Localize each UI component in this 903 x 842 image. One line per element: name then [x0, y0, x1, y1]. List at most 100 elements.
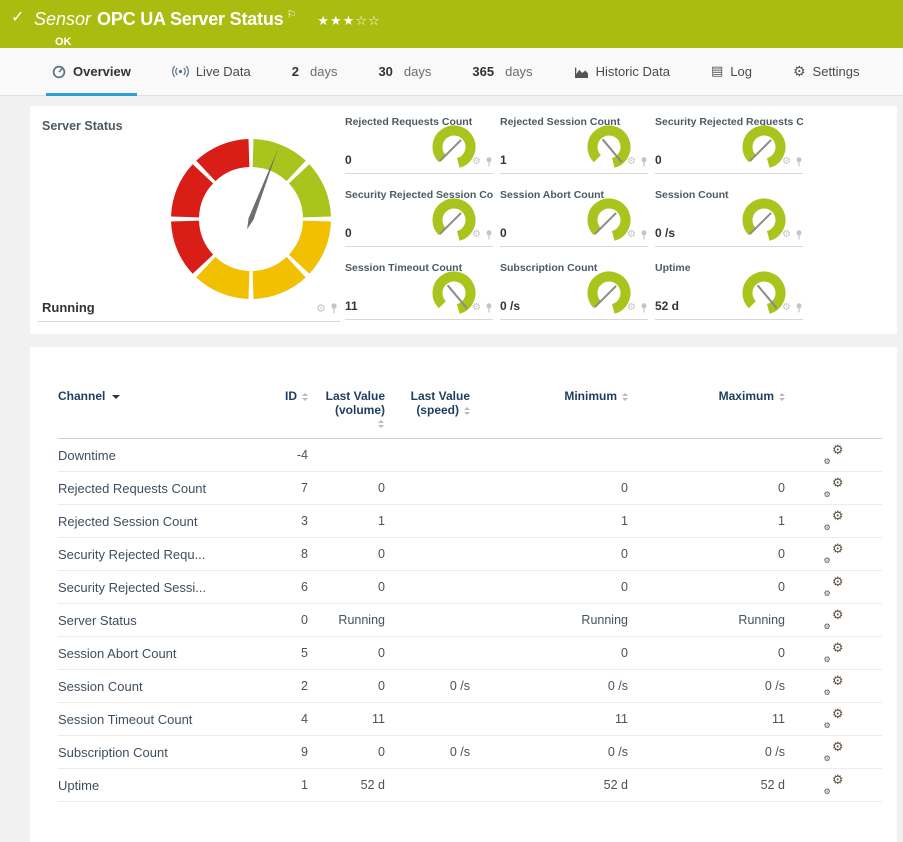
table-row: Server Status0RunningRunningRunning⚙⚙ [58, 604, 882, 637]
tab-label: days [404, 64, 431, 79]
tab-live-data[interactable]: Live Data [172, 48, 251, 95]
column-header-last-value-speed[interactable]: Last Value (speed) [385, 347, 470, 439]
tab-day-count: 2 [292, 64, 299, 79]
tab-overview[interactable]: Overview [52, 48, 131, 95]
max-cell: 1 [628, 505, 785, 538]
tab-bar: Overview Live Data 2days 30days 365days … [0, 48, 903, 96]
mini-gauge-value: 0 [345, 226, 352, 240]
last_speed-cell [385, 637, 470, 670]
channel-settings-icon[interactable]: ⚙⚙ [824, 511, 844, 529]
sensor-title: OPC UA Server Status [97, 9, 283, 29]
priority-stars[interactable]: ★★★☆☆ [317, 14, 380, 29]
mini-gauge-value: 11 [345, 299, 358, 313]
ok-check-icon: ✓ [11, 7, 24, 26]
tab-label: Log [730, 64, 752, 79]
channel-name-cell: Uptime [58, 769, 268, 802]
channel-settings-icon[interactable]: ⚙⚙ [824, 577, 844, 595]
channel-settings-icon[interactable]: ⚙⚙ [824, 676, 844, 694]
channel-actions-cell: ⚙⚙ [785, 505, 882, 538]
pin-icon[interactable] [795, 157, 803, 167]
pin-icon[interactable] [640, 230, 648, 240]
min-cell: 0 [470, 637, 628, 670]
pin-icon[interactable] [640, 303, 648, 313]
last_speed-cell [385, 571, 470, 604]
min-cell: 0 [470, 571, 628, 604]
gear-icon[interactable]: ⚙ [627, 302, 636, 313]
column-header-channel[interactable]: Channel [58, 347, 268, 439]
channel-settings-icon[interactable]: ⚙⚙ [824, 742, 844, 760]
mini-gauge-cell: Session Abort Count 0 ⚙ [500, 189, 648, 247]
last_volume-cell [308, 439, 385, 472]
channel-settings-icon[interactable]: ⚙⚙ [824, 709, 844, 727]
channel-actions-cell: ⚙⚙ [785, 604, 882, 637]
id-cell: 7 [268, 472, 308, 505]
gear-icon[interactable]: ⚙ [782, 302, 791, 313]
pin-icon[interactable] [795, 303, 803, 313]
tab-365-days[interactable]: 365 days [472, 48, 532, 95]
tab-2-days[interactable]: 2days [292, 48, 338, 95]
pin-icon[interactable] [330, 303, 338, 314]
gear-icon[interactable]: ⚙ [472, 156, 481, 167]
table-row: Downtime-4⚙⚙ [58, 439, 882, 472]
channel-settings-icon[interactable]: ⚙⚙ [824, 643, 844, 661]
table-row: Security Rejected Sessi...6000⚙⚙ [58, 571, 882, 604]
sort-arrows-icon [302, 393, 308, 401]
last_volume-cell: 52 d [308, 769, 385, 802]
min-cell: 1 [470, 505, 628, 538]
column-label: Minimum [564, 389, 617, 403]
mini-gauge-cell: Rejected Requests Count 0 ⚙ [345, 116, 493, 174]
column-label: Maximum [719, 389, 774, 403]
channel-settings-icon[interactable]: ⚙⚙ [824, 478, 844, 496]
last_volume-cell: 0 [308, 571, 385, 604]
tab-label: days [505, 64, 532, 79]
last_speed-cell: 0 /s [385, 670, 470, 703]
flag-icon[interactable]: ⚐ [286, 8, 296, 21]
tab-historic-data[interactable]: Historic Data [574, 48, 670, 95]
tab-log[interactable]: ▤ Log [711, 48, 752, 95]
pin-icon[interactable] [640, 157, 648, 167]
channel-settings-icon[interactable]: ⚙⚙ [824, 610, 844, 628]
tab-label: Live Data [196, 64, 251, 79]
last_volume-cell: 11 [308, 703, 385, 736]
tab-30-days[interactable]: 30days [378, 48, 431, 95]
column-header-last-value-volume[interactable]: Last Value (volume) [308, 347, 385, 439]
last_speed-cell [385, 703, 470, 736]
pin-icon[interactable] [485, 303, 493, 313]
channel-settings-icon[interactable]: ⚙⚙ [824, 775, 844, 793]
column-header-maximum[interactable]: Maximum [628, 347, 785, 439]
gear-icon[interactable]: ⚙ [627, 156, 636, 167]
channel-settings-icon[interactable]: ⚙⚙ [824, 445, 844, 463]
gear-icon[interactable]: ⚙ [627, 229, 636, 240]
channel-name-cell: Session Timeout Count [58, 703, 268, 736]
gear-icon[interactable]: ⚙ [782, 229, 791, 240]
mini-gauge-value: 0 [345, 153, 352, 167]
tab-day-count: 365 [472, 64, 494, 79]
column-header-id[interactable]: ID [268, 347, 308, 439]
column-header-minimum[interactable]: Minimum [470, 347, 628, 439]
stars-filled: ★★★ [317, 14, 355, 29]
pin-icon[interactable] [485, 157, 493, 167]
mini-gauge-value: 0 [500, 226, 507, 240]
channel-actions-cell: ⚙⚙ [785, 703, 882, 736]
tab-settings[interactable]: ⚙ Settings [793, 48, 860, 95]
gear-icon[interactable]: ⚙ [472, 302, 481, 313]
id-cell: 9 [268, 736, 308, 769]
table-row: Rejected Requests Count7000⚙⚙ [58, 472, 882, 505]
last_volume-cell: 0 [308, 472, 385, 505]
last_volume-cell: 0 [308, 670, 385, 703]
gear-icon[interactable]: ⚙ [472, 229, 481, 240]
id-cell: 0 [268, 604, 308, 637]
last_speed-cell [385, 505, 470, 538]
last_speed-cell [385, 439, 470, 472]
tab-label: Historic Data [596, 64, 670, 79]
table-row: Security Rejected Requ...8000⚙⚙ [58, 538, 882, 571]
pin-icon[interactable] [485, 230, 493, 240]
gear-icon[interactable]: ⚙ [782, 156, 791, 167]
channel-actions-cell: ⚙⚙ [785, 670, 882, 703]
channel-settings-icon[interactable]: ⚙⚙ [824, 544, 844, 562]
gear-icon[interactable]: ⚙ [316, 302, 326, 315]
channel-name-cell: Server Status [58, 604, 268, 637]
pin-icon[interactable] [795, 230, 803, 240]
mini-gauge-cell: Session Timeout Count 11 ⚙ [345, 262, 493, 320]
id-cell: 5 [268, 637, 308, 670]
